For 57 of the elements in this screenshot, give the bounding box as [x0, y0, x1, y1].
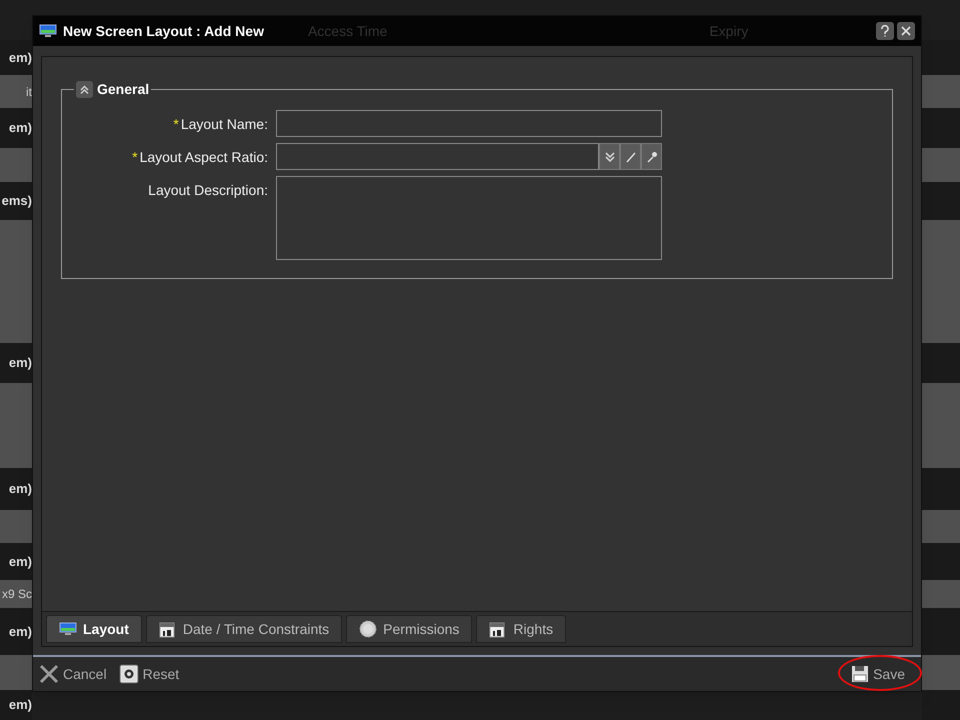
list-row	[922, 305, 960, 343]
row-text: em)	[8, 119, 32, 138]
list-row	[0, 148, 32, 182]
floppy-icon	[851, 665, 870, 683]
cross-icon	[39, 664, 59, 684]
row-text: em)	[8, 696, 32, 714]
row-text: em)	[8, 552, 32, 571]
list-row	[922, 148, 960, 182]
row-text: em)	[8, 622, 32, 641]
field-label: Layout Name:	[180, 115, 268, 134]
help-button[interactable]	[876, 22, 894, 40]
list-row	[922, 510, 960, 543]
reset-button[interactable]: Reset	[118, 664, 180, 684]
section-title: General	[97, 80, 150, 99]
chevron-icon	[79, 84, 90, 95]
list-row	[0, 305, 32, 343]
row-text: em)	[8, 480, 32, 498]
list-row	[0, 510, 32, 543]
pin-icon	[646, 150, 658, 162]
list-row	[922, 75, 960, 108]
expand-button[interactable]	[599, 143, 620, 170]
tab[interactable]: Layout	[46, 615, 142, 643]
chevron-icon	[604, 150, 616, 162]
field-label: Layout Aspect Ratio:	[140, 148, 268, 167]
row-text: it	[26, 84, 32, 100]
calendar-icon	[158, 620, 177, 638]
tab[interactable]: Rights	[476, 615, 566, 643]
help-icon	[880, 25, 890, 37]
close-button[interactable]	[897, 22, 915, 40]
row-text: em)	[8, 48, 32, 67]
pick-button[interactable]	[641, 143, 662, 170]
close-icon	[901, 26, 911, 36]
pencil-icon	[624, 150, 636, 162]
monitor-icon	[59, 622, 77, 636]
row-text: em)	[8, 354, 32, 372]
required-mark: *	[132, 148, 138, 167]
row-text: ems)	[2, 192, 32, 210]
list-row	[922, 580, 960, 608]
collapse-button[interactable]	[76, 81, 93, 98]
tab[interactable]: Permissions	[346, 615, 472, 643]
edit-button[interactable]	[620, 143, 641, 170]
required-mark: *	[173, 115, 179, 134]
field-label: Layout Description:	[148, 181, 268, 200]
list-row	[0, 655, 32, 690]
gear-icon	[359, 620, 378, 638]
calendar-icon	[489, 620, 508, 638]
monitor-icon	[39, 24, 57, 38]
list-row	[922, 655, 960, 690]
cancel-button[interactable]: Cancel	[39, 664, 107, 684]
save-button[interactable]: Save	[851, 664, 905, 684]
row-text: x9 Sc	[2, 586, 32, 603]
description-field[interactable]	[276, 176, 662, 260]
gear-icon	[118, 664, 139, 684]
window-title: New Screen Layout : Add New	[63, 22, 264, 41]
input-field[interactable]	[276, 143, 599, 170]
tab[interactable]: Date / Time Constraints	[146, 615, 342, 643]
input-field[interactable]	[276, 110, 662, 137]
